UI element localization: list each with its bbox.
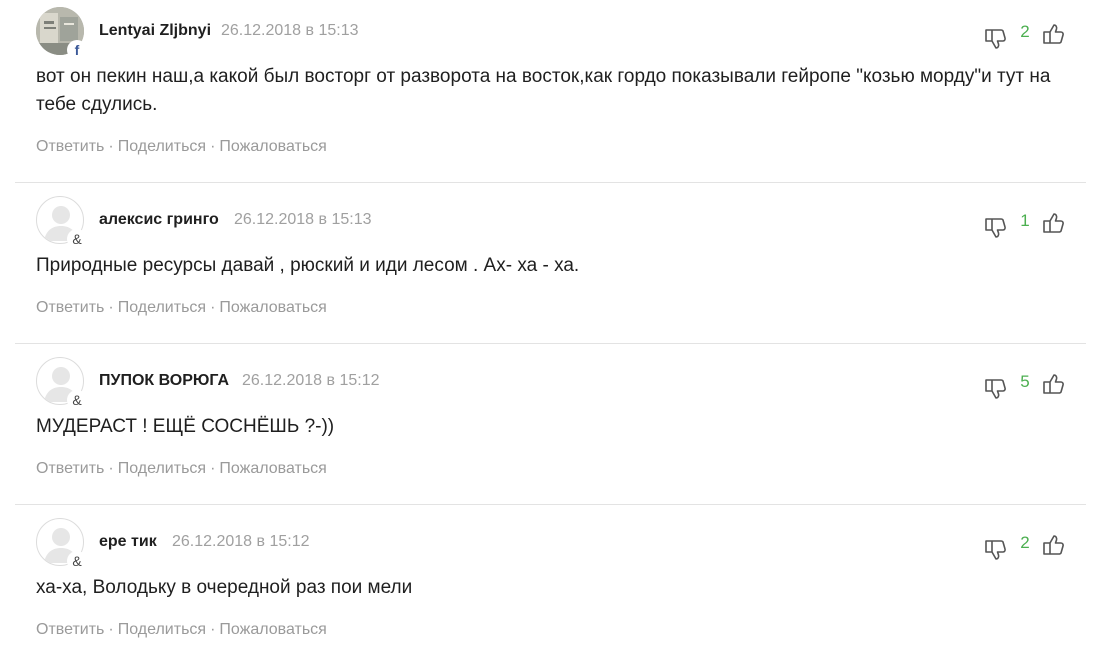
- vote-count: 2: [1020, 533, 1030, 552]
- thumbs-down-icon[interactable]: [984, 537, 1008, 561]
- comment-actions: Ответить · Поделиться · Пожаловаться: [36, 299, 327, 317]
- comment-author[interactable]: алексис гринго: [99, 211, 219, 229]
- vote-controls: 2: [984, 533, 1069, 563]
- vote-controls: 1: [984, 211, 1069, 241]
- thumbs-up-icon[interactable]: [1042, 533, 1066, 557]
- reply-link[interactable]: Ответить: [36, 299, 104, 316]
- ampersand-icon: &: [67, 551, 87, 571]
- reply-link[interactable]: Ответить: [36, 460, 104, 477]
- separator: ·: [210, 460, 216, 477]
- separator: ·: [210, 138, 216, 155]
- thumbs-down-icon[interactable]: [984, 26, 1008, 50]
- vote-controls: 5: [984, 372, 1069, 402]
- separator: ·: [108, 299, 114, 316]
- comment-author[interactable]: ере тик: [99, 533, 157, 551]
- thumbs-up-icon[interactable]: [1042, 22, 1066, 46]
- report-link[interactable]: Пожаловаться: [219, 621, 326, 638]
- separator: ·: [210, 621, 216, 638]
- comment-actions: Ответить · Поделиться · Пожаловаться: [36, 138, 327, 156]
- separator: ·: [108, 460, 114, 477]
- separator: ·: [108, 621, 114, 638]
- thumbs-up-icon[interactable]: [1042, 211, 1066, 235]
- comment-actions: Ответить · Поделиться · Пожаловаться: [36, 460, 327, 478]
- separator: ·: [210, 299, 216, 316]
- thumbs-down-icon[interactable]: [984, 376, 1008, 400]
- comment-text: ха-ха, Володьку в очередной раз пои мели: [36, 577, 413, 598]
- comment-date: 26.12.2018 в 15:13: [234, 211, 372, 228]
- divider: [15, 504, 1086, 505]
- comment-date: 26.12.2018 в 15:12: [172, 533, 310, 550]
- ampersand-icon: &: [67, 229, 87, 249]
- comment-actions: Ответить · Поделиться · Пожаловаться: [36, 621, 327, 639]
- reply-link[interactable]: Ответить: [36, 138, 104, 155]
- thumbs-up-icon[interactable]: [1042, 372, 1066, 396]
- avatar[interactable]: &: [36, 196, 87, 249]
- divider: [15, 182, 1086, 183]
- comment-author[interactable]: ПУПОК ВОРЮГА: [99, 372, 229, 390]
- facebook-icon: f: [67, 40, 87, 60]
- reply-link[interactable]: Ответить: [36, 621, 104, 638]
- share-link[interactable]: Поделиться: [118, 299, 206, 316]
- comment-date: 26.12.2018 в 15:13: [221, 22, 359, 39]
- report-link[interactable]: Пожаловаться: [219, 460, 326, 477]
- vote-count: 2: [1020, 22, 1030, 41]
- share-link[interactable]: Поделиться: [118, 621, 206, 638]
- report-link[interactable]: Пожаловаться: [219, 299, 326, 316]
- comment-text: вот он пекин наш,а какой был восторг от …: [36, 66, 1051, 115]
- avatar[interactable]: &: [36, 357, 87, 410]
- divider: [15, 343, 1086, 344]
- comment-author[interactable]: Lentyai Zljbnyi: [99, 22, 211, 40]
- thumbs-down-icon[interactable]: [984, 215, 1008, 239]
- share-link[interactable]: Поделиться: [118, 138, 206, 155]
- comment-text: Природные ресурсы давай , рюский и иди л…: [36, 255, 580, 276]
- share-link[interactable]: Поделиться: [118, 460, 206, 477]
- avatar[interactable]: f: [36, 7, 87, 60]
- vote-controls: 2: [984, 22, 1069, 52]
- comment-date: 26.12.2018 в 15:12: [242, 372, 380, 389]
- separator: ·: [108, 138, 114, 155]
- ampersand-icon: &: [67, 390, 87, 410]
- vote-count: 5: [1020, 372, 1030, 391]
- report-link[interactable]: Пожаловаться: [219, 138, 326, 155]
- comment-text: МУДЕРАСТ ! ЕЩЁ СОСНЁШЬ ?-)): [36, 416, 335, 437]
- comments-list: f Lentyai Zljbnyi 26.12.2018 в 15:13 2 в…: [0, 0, 1095, 654]
- vote-count: 1: [1020, 211, 1030, 230]
- avatar[interactable]: &: [36, 518, 87, 571]
